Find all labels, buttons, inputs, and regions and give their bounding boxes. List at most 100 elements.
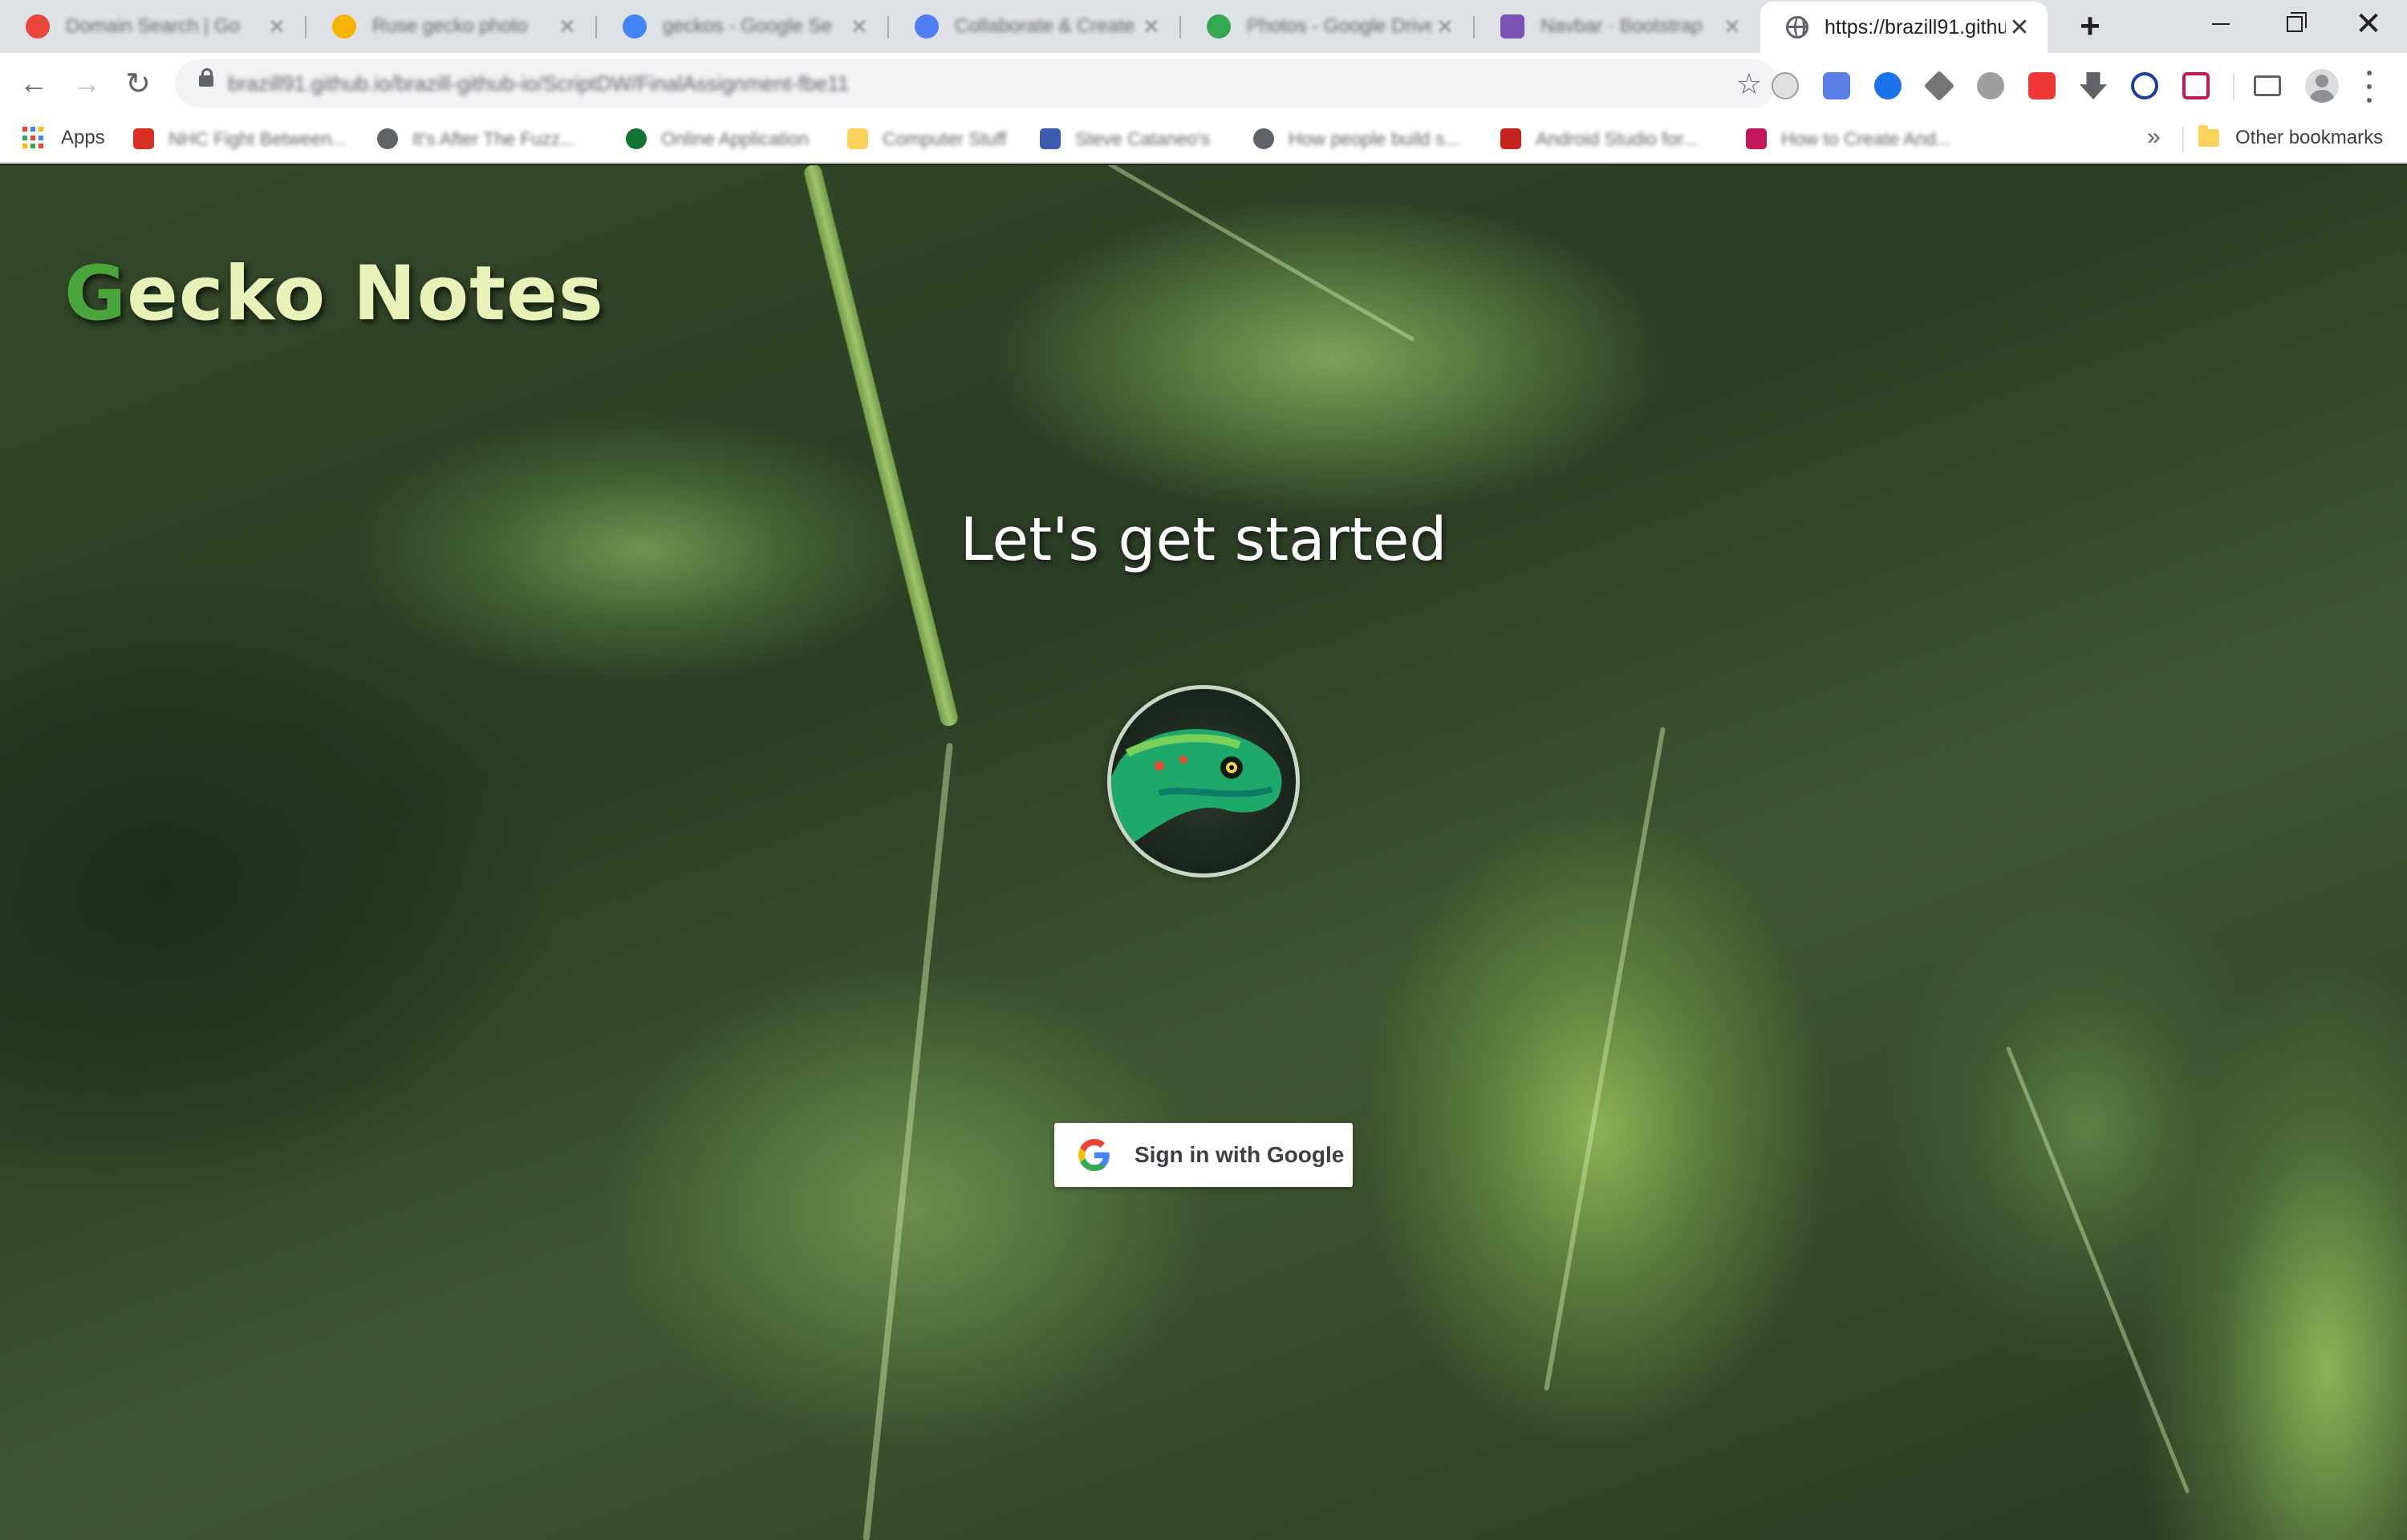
restore-button[interactable] xyxy=(2258,0,2332,48)
close-icon[interactable]: ✕ xyxy=(263,14,290,39)
blocker-extension-icon[interactable] xyxy=(2131,72,2158,99)
forward-button[interactable]: → xyxy=(63,59,111,107)
active-tab[interactable]: https://brazill91.githul ✕ xyxy=(1760,2,2048,53)
bookmark-item[interactable]: How to Create And... xyxy=(1746,127,1951,151)
pocket-extension-icon[interactable] xyxy=(2028,72,2056,99)
leaf-vein xyxy=(2006,1046,2190,1494)
bookmark-label: Steve Cataneo's xyxy=(1075,128,1211,149)
google-g-icon xyxy=(1078,1139,1110,1171)
browser-tab[interactable]: Photos - Google Drive ✕ xyxy=(1181,0,1473,53)
download-extension-icon[interactable] xyxy=(2080,72,2107,99)
bookmark-favicon-icon xyxy=(377,128,398,149)
close-icon[interactable]: ✕ xyxy=(554,14,581,39)
folder-icon xyxy=(2198,125,2219,147)
extension-icon[interactable] xyxy=(2182,72,2210,99)
bookmark-favicon-icon xyxy=(626,128,647,149)
bookmark-star-icon[interactable]: ☆ xyxy=(1736,67,1762,101)
tab-strip: Domain Search | Go ✕ Ruse gecko photo ✕ … xyxy=(0,0,2407,53)
leaf-stem xyxy=(802,165,960,728)
browser-tab[interactable]: geckos - Google Se ✕ xyxy=(597,0,887,53)
bookmark-label: Online Application xyxy=(661,128,810,149)
address-bar[interactable]: brazill91.github.io/brazill-github-io/Sc… xyxy=(175,59,1778,107)
bookmark-item[interactable]: Online Application xyxy=(626,127,809,151)
extension-icon[interactable] xyxy=(1772,72,1799,99)
bookmark-favicon-icon xyxy=(1500,128,1521,149)
bookmarks-bar: Apps NHC Fight Between... It's After The… xyxy=(0,114,2407,164)
google-signin-button[interactable]: Sign in with Google xyxy=(1054,1123,1353,1187)
extension-icon[interactable] xyxy=(1874,72,1902,99)
signin-label: Sign in with Google xyxy=(1134,1142,1345,1167)
bookmark-favicon-icon xyxy=(133,128,154,149)
drive-extension-icon[interactable] xyxy=(1923,70,1955,102)
browser-tab[interactable]: Domain Search | Go ✕ xyxy=(0,0,305,53)
tab-favicon-icon xyxy=(26,14,50,38)
toolbar-separator xyxy=(2233,74,2234,99)
back-button[interactable]: ← xyxy=(10,59,58,107)
tab-favicon-icon xyxy=(332,14,356,38)
leaf-vein xyxy=(1544,727,1666,1392)
tab-title: Collaborate & Create xyxy=(955,15,1135,37)
bookmark-item[interactable]: Computer Stuff xyxy=(847,127,1006,151)
bookmark-label: How people build s... xyxy=(1289,128,1460,149)
brand-initial: G xyxy=(64,250,128,338)
close-icon[interactable]: ✕ xyxy=(1719,14,1746,39)
cast-icon[interactable] xyxy=(2254,75,2281,96)
reload-button[interactable]: ↻ xyxy=(114,59,162,107)
active-tab-title: https://brazill91.githul xyxy=(1825,15,2006,38)
minimize-icon xyxy=(2212,23,2230,25)
other-bookmarks-label: Other bookmarks xyxy=(2235,127,2384,148)
tab-title: Ruse gecko photo xyxy=(372,15,528,37)
url-text: brazill91.github.io/brazill-github-io/Sc… xyxy=(228,71,850,95)
page-background: Gecko Notes Let's get started Sign in wi… xyxy=(0,165,2407,1540)
bookmark-favicon-icon xyxy=(1746,128,1767,149)
close-icon[interactable]: ✕ xyxy=(1431,14,1459,39)
app-logo: Gecko Notes xyxy=(64,250,604,338)
tab-title: Domain Search | Go xyxy=(66,15,240,37)
apps-shortcut[interactable]: Apps xyxy=(22,127,105,149)
bookmark-item[interactable]: Steve Cataneo's xyxy=(1040,127,1210,151)
bookmark-favicon-icon xyxy=(1253,128,1274,149)
restore-icon xyxy=(2287,12,2307,32)
leaf-vein xyxy=(863,743,953,1540)
browser-tab[interactable]: Collaborate & Create ✕ xyxy=(889,0,1179,53)
tab-favicon-icon xyxy=(915,14,939,38)
bookmark-label: It's After The Fuzz... xyxy=(412,128,576,149)
extension-icon[interactable] xyxy=(1977,72,2004,99)
bookmark-item[interactable]: Android Studio for... xyxy=(1500,127,1698,151)
bookmark-item[interactable]: NHC Fight Between... xyxy=(133,127,347,151)
lock-icon xyxy=(199,68,213,87)
bookmarks-overflow-chevron-icon[interactable]: » xyxy=(2147,124,2161,151)
window-close-button[interactable]: ✕ xyxy=(2332,0,2405,48)
profile-avatar[interactable] xyxy=(2305,69,2339,103)
tab-title: Navbar · Bootstrap xyxy=(1540,15,1703,37)
apps-label: Apps xyxy=(61,127,105,148)
tab-favicon-icon xyxy=(623,14,647,38)
folder-icon xyxy=(847,128,868,149)
extension-icon[interactable] xyxy=(1823,72,1850,99)
brand-name: ecko Notes xyxy=(127,250,604,338)
other-bookmarks[interactable]: Other bookmarks xyxy=(2198,125,2384,149)
browser-toolbar: ← → ↻ brazill91.github.io/brazill-github… xyxy=(0,53,2407,114)
page-title: Let's get started xyxy=(960,505,1447,574)
bookmark-label: NHC Fight Between... xyxy=(168,128,347,149)
menu-kebab-icon[interactable] xyxy=(2365,71,2373,103)
close-icon[interactable]: ✕ xyxy=(2006,14,2033,42)
gecko-avatar xyxy=(1107,685,1300,877)
gecko-icon xyxy=(1111,729,1282,849)
browser-tab[interactable]: Ruse gecko photo ✕ xyxy=(306,0,595,53)
close-icon[interactable]: ✕ xyxy=(1138,14,1165,39)
minimize-button[interactable] xyxy=(2184,0,2258,48)
bookmark-item[interactable]: How people build s... xyxy=(1253,127,1460,151)
browser-tab[interactable]: Navbar · Bootstrap ✕ xyxy=(1475,0,1760,53)
tab-title: Photos - Google Drive xyxy=(1247,15,1431,37)
leaf-vein xyxy=(1107,165,1415,342)
bookmark-item[interactable]: It's After The Fuzz... xyxy=(377,127,575,151)
tab-favicon-icon xyxy=(1207,14,1231,38)
close-icon[interactable]: ✕ xyxy=(846,14,873,39)
apps-grid-icon xyxy=(22,127,45,149)
bookmarks-separator xyxy=(2182,127,2184,152)
new-tab-button[interactable]: + xyxy=(2070,6,2110,47)
tab-title: geckos - Google Se xyxy=(663,15,832,37)
bookmark-label: How to Create And... xyxy=(1781,128,1952,149)
tab-favicon-icon xyxy=(1500,14,1524,38)
